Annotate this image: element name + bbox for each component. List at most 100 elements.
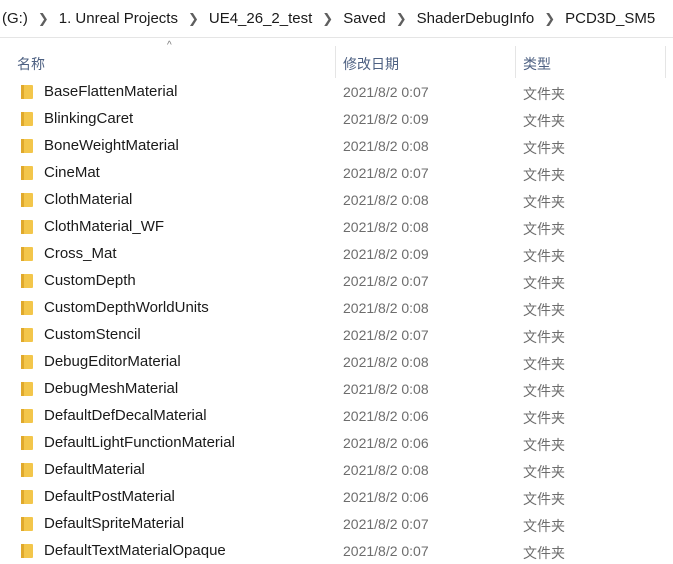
file-type: 文件夹 [523, 329, 565, 345]
file-type: 文件夹 [523, 518, 565, 534]
list-item[interactable]: DefaultMaterial 2021/8/2 0:08 文件夹 [0, 456, 673, 483]
file-name[interactable]: BaseFlattenMaterial [44, 83, 177, 100]
file-name[interactable]: CineMat [44, 164, 100, 181]
file-name[interactable]: DefaultDefDecalMaterial [44, 407, 207, 424]
list-item[interactable]: BoneWeightMaterial 2021/8/2 0:08 文件夹 [0, 132, 673, 159]
list-item[interactable]: BaseFlattenMaterial 2021/8/2 0:07 文件夹 [0, 78, 673, 105]
file-list: BaseFlattenMaterial 2021/8/2 0:07 文件夹 Blink… [0, 78, 673, 564]
modified-date: 2021/8/2 0:06 [343, 435, 429, 451]
folder-icon [21, 85, 33, 99]
file-name[interactable]: CustomDepth [44, 272, 136, 289]
folder-icon [21, 139, 33, 153]
file-name[interactable]: DebugEditorMaterial [44, 353, 181, 370]
file-type: 文件夹 [523, 221, 565, 237]
list-item[interactable]: CustomDepth 2021/8/2 0:07 文件夹 [0, 267, 673, 294]
file-type: 文件夹 [523, 248, 565, 264]
list-item[interactable]: DebugMeshMaterial 2021/8/2 0:08 文件夹 [0, 375, 673, 402]
modified-date: 2021/8/2 0:08 [343, 300, 429, 316]
folder-icon [21, 517, 33, 531]
folder-icon [21, 382, 33, 396]
list-item[interactable]: ClothMaterial 2021/8/2 0:08 文件夹 [0, 186, 673, 213]
file-name[interactable]: CustomStencil [44, 326, 141, 343]
sort-ascending-icon: ^ [167, 40, 172, 51]
file-type: 文件夹 [523, 491, 565, 507]
modified-date: 2021/8/2 0:07 [343, 543, 429, 559]
breadcrumb: (G:) ❯ 1. Unreal Projects ❯ UE4_26_2_test ❯ Sa… [0, 0, 673, 38]
modified-date: 2021/8/2 0:07 [343, 84, 429, 100]
breadcrumb-item[interactable]: UE4_26_2_test [203, 10, 318, 27]
file-name[interactable]: DefaultLightFunctionMaterial [44, 434, 235, 451]
file-name[interactable]: DefaultPostMaterial [44, 488, 175, 505]
list-item[interactable]: BlinkingCaret 2021/8/2 0:09 文件夹 [0, 105, 673, 132]
modified-date: 2021/8/2 0:08 [343, 138, 429, 154]
modified-date: 2021/8/2 0:06 [343, 489, 429, 505]
file-type: 文件夹 [523, 167, 565, 183]
list-item[interactable]: ClothMaterial_WF 2021/8/2 0:08 文件夹 [0, 213, 673, 240]
list-item[interactable]: CineMat 2021/8/2 0:07 文件夹 [0, 159, 673, 186]
chevron-right-icon[interactable]: ❯ [34, 11, 53, 27]
list-item[interactable]: Cross_Mat 2021/8/2 0:09 文件夹 [0, 240, 673, 267]
file-name[interactable]: BoneWeightMaterial [44, 137, 179, 154]
folder-icon [21, 220, 33, 234]
list-item[interactable]: DefaultLightFunctionMaterial 2021/8/2 0:0… [0, 429, 673, 456]
breadcrumb-item[interactable]: PCD3D_SM5 [559, 10, 661, 27]
list-item[interactable]: CustomDepthWorldUnits 2021/8/2 0:08 文件夹 [0, 294, 673, 321]
folder-icon [21, 544, 33, 558]
folder-icon [21, 112, 33, 126]
file-name[interactable]: DefaultMaterial [44, 461, 145, 478]
file-type: 文件夹 [523, 113, 565, 129]
file-name[interactable]: DebugMeshMaterial [44, 380, 178, 397]
column-divider[interactable] [665, 46, 666, 78]
modified-date: 2021/8/2 0:08 [343, 381, 429, 397]
file-name[interactable]: DefaultTextMaterialOpaque [44, 542, 226, 559]
file-type: 文件夹 [523, 437, 565, 453]
folder-icon [21, 490, 33, 504]
modified-date: 2021/8/2 0:09 [343, 111, 429, 127]
modified-date: 2021/8/2 0:07 [343, 327, 429, 343]
list-item[interactable]: DefaultSpriteMaterial 2021/8/2 0:07 文件夹 [0, 510, 673, 537]
modified-date: 2021/8/2 0:07 [343, 165, 429, 181]
file-type: 文件夹 [523, 383, 565, 399]
folder-icon [21, 193, 33, 207]
modified-date: 2021/8/2 0:08 [343, 462, 429, 478]
file-name[interactable]: Cross_Mat [44, 245, 117, 262]
column-divider[interactable] [515, 46, 516, 78]
modified-date: 2021/8/2 0:06 [343, 408, 429, 424]
modified-date: 2021/8/2 0:07 [343, 516, 429, 532]
chevron-right-icon[interactable]: ❯ [318, 11, 337, 27]
breadcrumb-item[interactable]: 1. Unreal Projects [53, 10, 184, 27]
chevron-right-icon[interactable]: ❯ [540, 11, 559, 27]
list-item[interactable]: DefaultTextMaterialOpaque 2021/8/2 0:07 文件… [0, 537, 673, 564]
column-divider[interactable] [335, 46, 336, 78]
chevron-right-icon[interactable]: ❯ [184, 11, 203, 27]
file-type: 文件夹 [523, 140, 565, 156]
breadcrumb-item[interactable]: Saved [337, 10, 392, 27]
file-name[interactable]: ClothMaterial_WF [44, 218, 164, 235]
folder-icon [21, 301, 33, 315]
chevron-right-icon[interactable]: ❯ [392, 11, 411, 27]
folder-icon [21, 166, 33, 180]
file-name[interactable]: DefaultSpriteMaterial [44, 515, 184, 532]
file-type: 文件夹 [523, 302, 565, 318]
file-name[interactable]: BlinkingCaret [44, 110, 133, 127]
file-type: 文件夹 [523, 545, 565, 561]
list-item[interactable]: DefaultPostMaterial 2021/8/2 0:06 文件夹 [0, 483, 673, 510]
list-item[interactable]: DefaultDefDecalMaterial 2021/8/2 0:06 文件夹 [0, 402, 673, 429]
file-name[interactable]: ClothMaterial [44, 191, 132, 208]
column-header-date[interactable]: 修改日期 [343, 54, 399, 74]
column-header-row: ^ 名称 修改日期 类型 [0, 38, 673, 78]
list-item[interactable]: CustomStencil 2021/8/2 0:07 文件夹 [0, 321, 673, 348]
file-type: 文件夹 [523, 356, 565, 372]
file-type: 文件夹 [523, 464, 565, 480]
modified-date: 2021/8/2 0:07 [343, 273, 429, 289]
file-type: 文件夹 [523, 194, 565, 210]
column-header-name[interactable]: 名称 [17, 54, 45, 74]
file-name[interactable]: CustomDepthWorldUnits [44, 299, 209, 316]
column-header-type[interactable]: 类型 [523, 54, 551, 74]
folder-icon [21, 247, 33, 261]
file-type: 文件夹 [523, 86, 565, 102]
breadcrumb-item[interactable]: (G:) [0, 10, 34, 27]
list-item[interactable]: DebugEditorMaterial 2021/8/2 0:08 文件夹 [0, 348, 673, 375]
folder-icon [21, 409, 33, 423]
breadcrumb-item[interactable]: ShaderDebugInfo [411, 10, 541, 27]
